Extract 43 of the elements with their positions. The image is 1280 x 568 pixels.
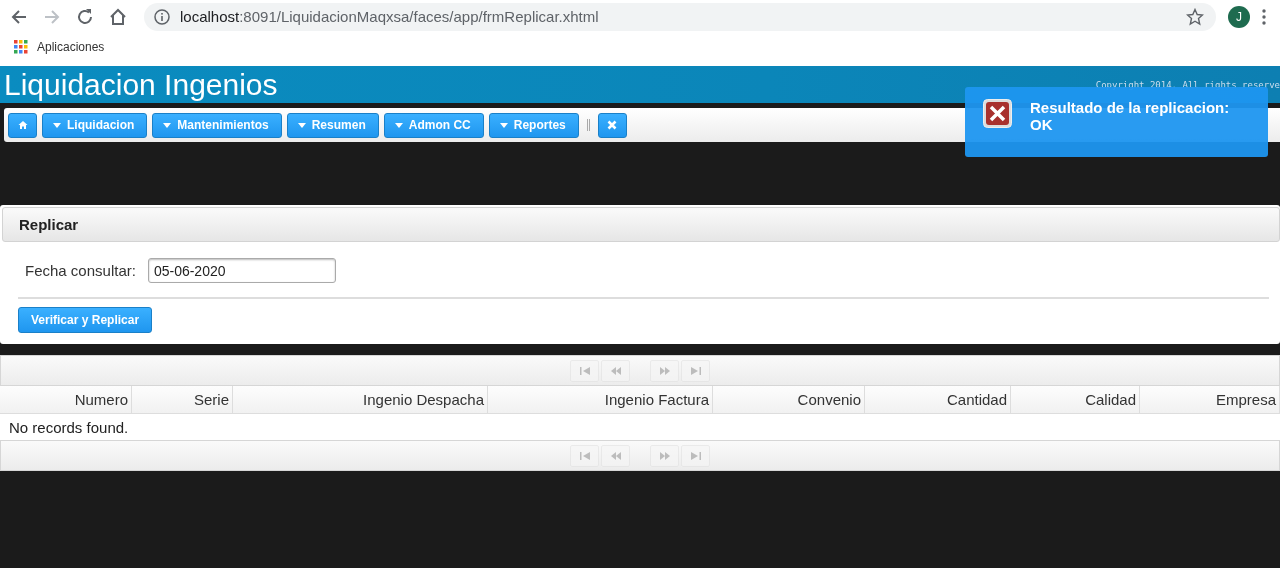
- panel-title: Replicar: [2, 207, 1280, 242]
- next-page-icon: [658, 451, 671, 460]
- previous-page-icon: [609, 451, 622, 460]
- home-button[interactable]: [8, 112, 37, 138]
- column-header[interactable]: Empresa: [1140, 386, 1280, 413]
- column-header[interactable]: Cantidad: [865, 386, 1011, 413]
- column-header[interactable]: Ingenio Factura: [488, 386, 713, 413]
- caret-icon: [499, 122, 508, 128]
- date-field[interactable]: 05-06-2020: [147, 258, 336, 283]
- field-label: Fecha consultar:: [25, 262, 136, 279]
- previous-page-icon: [609, 366, 622, 375]
- info-icon: [154, 8, 170, 25]
- column-header[interactable]: Ingenio Despacha: [233, 386, 488, 413]
- column-header[interactable]: Convenio: [713, 386, 865, 413]
- url-text: localhost:8091/LiquidacionMaqxsa/faces/app/frmReplicar.xhtml: [180, 8, 599, 25]
- bookmark-link[interactable]: Aplicaciones: [37, 39, 105, 54]
- menu-icon[interactable]: [1262, 8, 1266, 25]
- close-icon: [607, 120, 618, 130]
- column-header[interactable]: Numero: [0, 386, 132, 413]
- app-title: Liquidacion Ingenios: [3, 67, 278, 103]
- address-bar[interactable]: localhost:8091/LiquidacionMaqxsa/faces/app/frmReplicar.xhtml: [144, 2, 1216, 31]
- profile-avatar[interactable]: J: [1228, 5, 1250, 28]
- last-page-icon: [689, 366, 702, 375]
- next-page-icon: [658, 366, 671, 375]
- column-header[interactable]: Serie: [132, 386, 233, 413]
- first-page-icon: [578, 366, 591, 375]
- column-header[interactable]: Calidad: [1011, 386, 1140, 413]
- caret-icon: [53, 122, 61, 128]
- toolbar-separator: [586, 119, 590, 131]
- last-page-icon: [689, 451, 702, 460]
- caret-icon: [163, 122, 172, 128]
- caret-icon: [297, 122, 306, 128]
- home-icon: [17, 120, 28, 130]
- error-icon: [983, 99, 1012, 128]
- close-button[interactable]: [597, 112, 627, 138]
- empty-message: No records found.: [9, 418, 129, 436]
- toast-detail: OK: [1030, 116, 1054, 133]
- copyright-text: Copyright 2014. All rights reserve: [1095, 79, 1280, 90]
- caret-icon: [394, 122, 403, 128]
- star-icon[interactable]: [1186, 7, 1204, 26]
- first-page-icon: [578, 451, 591, 460]
- toast-title: Resultado de la replicacion:: [1030, 99, 1230, 116]
- apps-icon[interactable]: [14, 39, 28, 54]
